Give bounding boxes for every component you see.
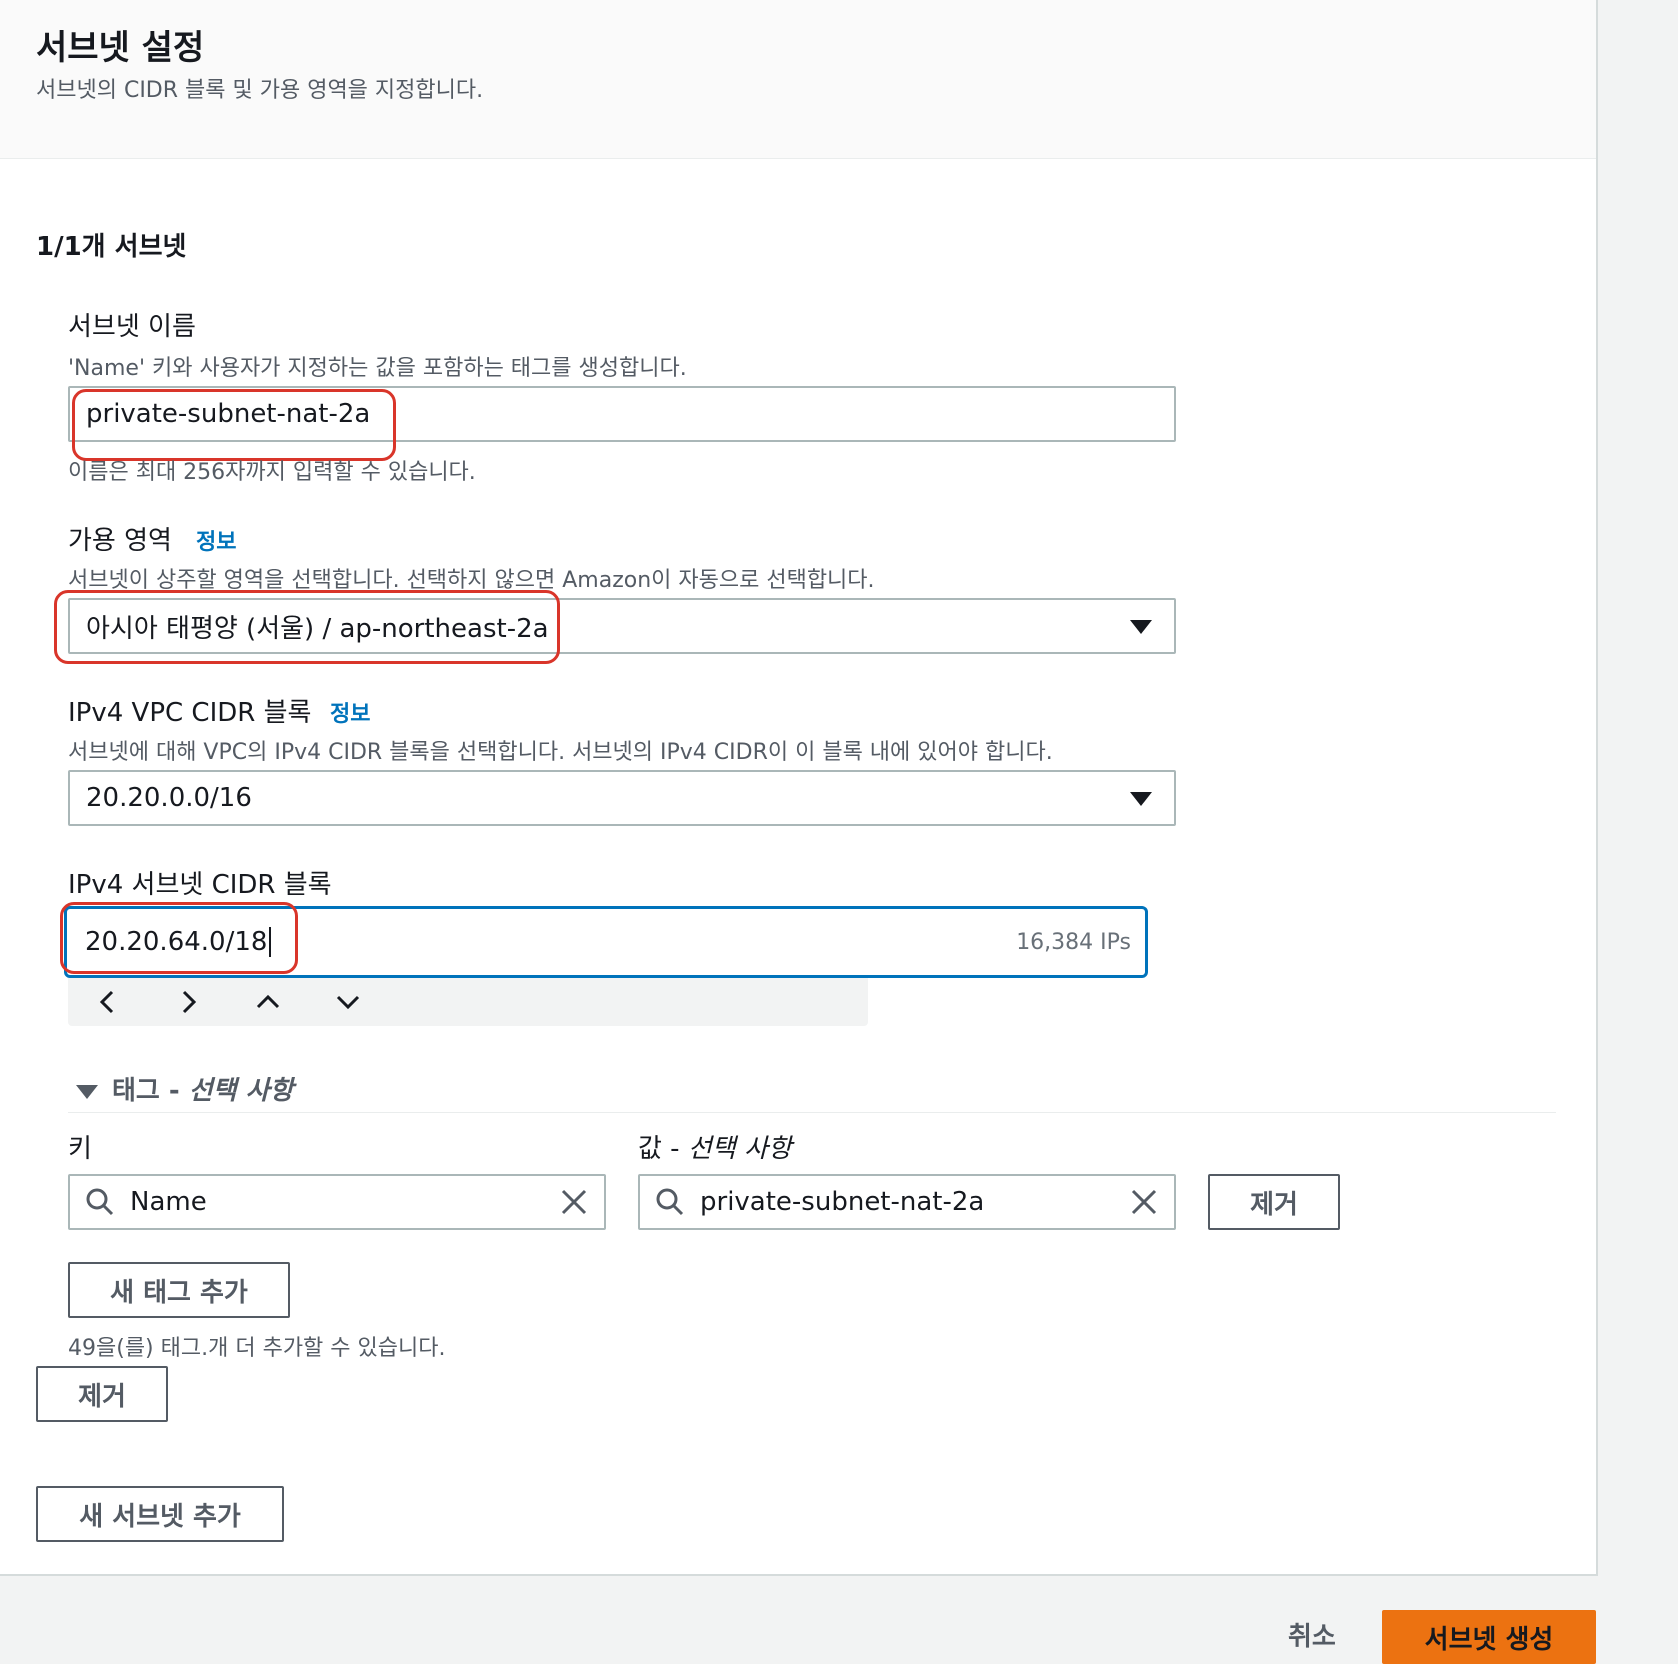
tag-value-label: 값 - 선택 사항 bbox=[638, 1128, 792, 1165]
chevron-right-icon[interactable] bbox=[170, 984, 206, 1020]
subnet-settings-panel: 서브넷 설정 서브넷의 CIDR 블록 및 가용 영역을 지정합니다. 1/1개… bbox=[0, 0, 1598, 1576]
subnet-name-input[interactable]: private-subnet-nat-2a bbox=[68, 386, 1176, 442]
subnet-name-hint: 이름은 최대 256자까지 입력할 수 있습니다. bbox=[68, 460, 476, 485]
cidr-stepper bbox=[68, 978, 868, 1026]
subnet-count-heading: 1/1개 서브넷 bbox=[36, 232, 187, 262]
tag-value-label-optional: 선택 사항 bbox=[687, 1134, 792, 1164]
tag-value-value: private-subnet-nat-2a bbox=[700, 1187, 985, 1217]
chevron-up-icon[interactable] bbox=[250, 984, 286, 1020]
add-subnet-button[interactable]: 새 서브넷 추가 bbox=[36, 1486, 284, 1542]
clear-icon[interactable] bbox=[560, 1188, 588, 1216]
remove-tag-button[interactable]: 제거 bbox=[1208, 1174, 1340, 1230]
search-icon bbox=[86, 1188, 114, 1216]
subnet-name-label: 서브넷 이름 bbox=[68, 312, 196, 342]
vpc-cidr-description: 서브넷에 대해 VPC의 IPv4 CIDR 블록을 선택합니다. 서브넷의 I… bbox=[68, 740, 1053, 765]
tags-remaining-hint: 49을(를) 태그.개 더 추가할 수 있습니다. bbox=[68, 1336, 446, 1361]
subnet-cidr-label: IPv4 서브넷 CIDR 블록 bbox=[68, 870, 332, 900]
tag-key-input[interactable]: Name bbox=[68, 1174, 606, 1230]
availability-zone-value: 아시아 태평양 (서울) / ap-northeast-2a bbox=[86, 613, 549, 644]
subnet-name-value: private-subnet-nat-2a bbox=[86, 399, 371, 429]
page-title: 서브넷 설정 bbox=[36, 28, 205, 68]
panel-header: 서브넷 설정 서브넷의 CIDR 블록 및 가용 영역을 지정합니다. bbox=[0, 0, 1596, 159]
page-subtitle: 서브넷의 CIDR 블록 및 가용 영역을 지정합니다. bbox=[36, 78, 484, 103]
search-icon bbox=[656, 1188, 684, 1216]
caret-down-icon bbox=[76, 1084, 98, 1099]
remove-subnet-button[interactable]: 제거 bbox=[36, 1366, 168, 1422]
subnet-cidr-value: 20.20.64.0/18 bbox=[85, 927, 268, 957]
ip-count: 16,384 IPs bbox=[1016, 929, 1131, 955]
text-cursor bbox=[269, 927, 272, 957]
availability-zone-description: 서브넷이 상주할 영역을 선택합니다. 선택하지 않으면 Amazon이 자동으… bbox=[68, 568, 875, 593]
tag-key-label: 키 bbox=[68, 1134, 92, 1164]
tags-section-optional: 선택 사항 bbox=[188, 1076, 294, 1106]
availability-zone-info-link[interactable]: 정보 bbox=[196, 524, 236, 556]
chevron-down-icon[interactable] bbox=[330, 984, 366, 1020]
vpc-cidr-select[interactable]: 20.20.0.0/16 bbox=[68, 770, 1176, 826]
vpc-cidr-value: 20.20.0.0/16 bbox=[86, 783, 252, 813]
subnet-cidr-input[interactable]: 20.20.64.0/18 16,384 IPs bbox=[64, 906, 1148, 978]
availability-zone-label: 가용 영역 bbox=[68, 526, 172, 556]
vpc-cidr-info-link[interactable]: 정보 bbox=[330, 696, 370, 728]
subnet-name-description: 'Name' 키와 사용자가 지정하는 값을 포함하는 태그를 생성합니다. bbox=[68, 356, 687, 381]
clear-icon[interactable] bbox=[1130, 1188, 1158, 1216]
cancel-button[interactable]: 취소 bbox=[1288, 1616, 1336, 1653]
tags-section-title: 태그 - bbox=[112, 1076, 189, 1106]
tag-value-input[interactable]: private-subnet-nat-2a bbox=[638, 1174, 1176, 1230]
tag-value-label-main: 값 - bbox=[638, 1134, 688, 1164]
create-subnet-button[interactable]: 서브넷 생성 bbox=[1382, 1610, 1596, 1664]
chevron-left-icon[interactable] bbox=[90, 984, 126, 1020]
vpc-cidr-label: IPv4 VPC CIDR 블록 bbox=[68, 698, 312, 728]
tags-divider bbox=[68, 1112, 1556, 1113]
dropdown-caret-icon bbox=[1130, 620, 1152, 634]
add-tag-button[interactable]: 새 태그 추가 bbox=[68, 1262, 290, 1318]
dropdown-caret-icon bbox=[1130, 792, 1152, 806]
availability-zone-select[interactable]: 아시아 태평양 (서울) / ap-northeast-2a bbox=[68, 598, 1176, 654]
tag-key-value: Name bbox=[130, 1187, 207, 1217]
tags-section-toggle[interactable]: 태그 - 선택 사항 bbox=[76, 1070, 293, 1107]
